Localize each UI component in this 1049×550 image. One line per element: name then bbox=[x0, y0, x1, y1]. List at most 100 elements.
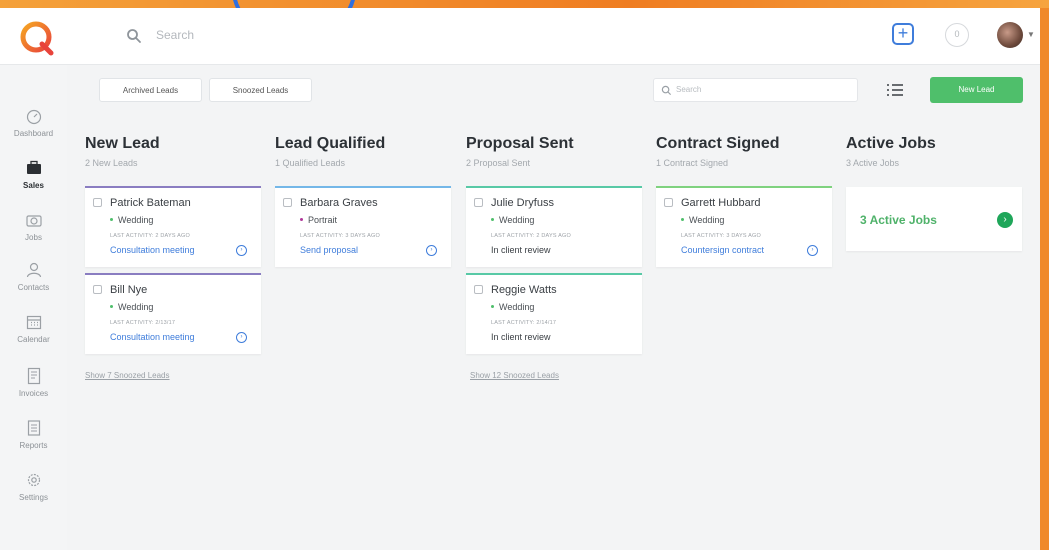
lead-card[interactable]: Garrett Hubbard Wedding LAST ACTIVITY: 3… bbox=[656, 186, 832, 267]
next-action-link[interactable]: Consultation meeting bbox=[110, 245, 195, 255]
briefcase-icon bbox=[26, 160, 41, 174]
arrow-right-circle-icon[interactable]: › bbox=[997, 212, 1013, 228]
next-action-link[interactable]: Countersign contract bbox=[681, 245, 764, 255]
report-icon bbox=[27, 420, 40, 436]
show-snoozed-leads-link[interactable]: Show 7 Snoozed Leads bbox=[85, 371, 170, 380]
lead-tag: Wedding bbox=[499, 302, 535, 312]
lead-name: Bill Nye bbox=[110, 284, 148, 296]
app-window: Search + 0 ▼ Dashboard Sales Jobs Contac… bbox=[0, 8, 1040, 550]
lead-status: In client review bbox=[491, 245, 551, 255]
lead-tag: Wedding bbox=[689, 215, 725, 225]
lead-tag: Portrait bbox=[308, 215, 338, 225]
arrow-right-circle-icon[interactable]: › bbox=[426, 245, 437, 256]
top-bar: Search + 0 ▼ bbox=[0, 8, 1040, 65]
last-activity: LAST ACTIVITY: 3 DAYS AGO bbox=[681, 233, 761, 239]
last-activity: LAST ACTIVITY: 3 DAYS AGO bbox=[300, 233, 380, 239]
sidebar-item-reports[interactable]: Reports bbox=[0, 419, 67, 450]
lead-checkbox[interactable] bbox=[474, 198, 483, 207]
column-title: New Lead bbox=[85, 135, 160, 152]
column-new-lead: New Lead 2 New Leads bbox=[85, 135, 261, 168]
column-subtitle: 2 Proposal Sent bbox=[466, 158, 531, 168]
sidebar-item-calendar[interactable]: Calendar bbox=[0, 313, 67, 344]
search-icon bbox=[661, 85, 672, 96]
tag-dot bbox=[110, 218, 113, 221]
sidebar-item-label: Dashboard bbox=[13, 129, 54, 138]
lead-name: Garrett Hubbard bbox=[681, 197, 761, 209]
leads-search-input[interactable]: Search bbox=[653, 78, 858, 102]
show-snoozed-leads-link[interactable]: Show 12 Snoozed Leads bbox=[470, 371, 559, 380]
column-subtitle: 3 Active Jobs bbox=[846, 158, 900, 168]
chevron-down-icon[interactable]: ▼ bbox=[1027, 30, 1035, 39]
last-activity: LAST ACTIVITY: 2 DAYS AGO bbox=[110, 233, 190, 239]
column-subtitle: 1 Contract Signed bbox=[656, 158, 729, 168]
active-jobs-count: 3 Active Jobs bbox=[860, 213, 937, 227]
sidebar-item-label: Reports bbox=[19, 441, 48, 450]
lead-card[interactable]: Reggie Watts Wedding LAST ACTIVITY: 2/14… bbox=[466, 273, 642, 354]
arrow-right-circle-icon[interactable]: › bbox=[807, 245, 818, 256]
lead-checkbox[interactable] bbox=[664, 198, 673, 207]
add-button[interactable]: + bbox=[892, 23, 914, 45]
archived-leads-button[interactable]: Archived Leads bbox=[99, 78, 202, 102]
next-action-link[interactable]: Send proposal bbox=[300, 245, 358, 255]
tag-dot bbox=[110, 305, 113, 308]
active-jobs-card[interactable]: 3 Active Jobs › bbox=[846, 187, 1022, 251]
column-subtitle: 1 Qualified Leads bbox=[275, 158, 346, 168]
gear-icon bbox=[27, 473, 40, 487]
app-logo[interactable] bbox=[18, 20, 58, 56]
lead-card[interactable]: Barbara Graves Portrait LAST ACTIVITY: 3… bbox=[275, 186, 451, 267]
lead-status: In client review bbox=[491, 332, 551, 342]
column-title: Lead Qualified bbox=[275, 135, 386, 152]
lead-card[interactable]: Julie Dryfuss Wedding LAST ACTIVITY: 2 D… bbox=[466, 186, 642, 267]
lead-checkbox[interactable] bbox=[474, 285, 483, 294]
tag-dot bbox=[681, 218, 684, 221]
invoice-icon bbox=[27, 367, 40, 385]
sidebar-item-settings[interactable]: Settings bbox=[0, 471, 67, 502]
sidebar-item-label: Sales bbox=[23, 181, 44, 190]
snoozed-leads-button[interactable]: Snoozed Leads bbox=[209, 78, 312, 102]
lead-card[interactable]: Patrick Bateman Wedding LAST ACTIVITY: 2… bbox=[85, 186, 261, 267]
lead-tag: Wedding bbox=[118, 215, 154, 225]
arrow-right-circle-icon[interactable]: › bbox=[236, 332, 247, 343]
lead-name: Reggie Watts bbox=[491, 284, 557, 296]
tag-dot bbox=[491, 305, 494, 308]
search-icon bbox=[127, 29, 141, 43]
lead-tag: Wedding bbox=[499, 215, 535, 225]
next-action-link[interactable]: Consultation meeting bbox=[110, 332, 195, 342]
lead-card[interactable]: Bill Nye Wedding LAST ACTIVITY: 2/13/17 … bbox=[85, 273, 261, 354]
sidebar-item-contacts[interactable]: Contacts bbox=[0, 261, 67, 292]
avatar[interactable] bbox=[997, 22, 1023, 48]
global-search-input[interactable]: Search bbox=[156, 28, 194, 42]
sidebar-item-jobs[interactable]: Jobs bbox=[0, 211, 67, 242]
sidebar: Dashboard Sales Jobs Contacts Calendar I… bbox=[0, 65, 67, 550]
sidebar-item-invoices[interactable]: Invoices bbox=[0, 367, 67, 398]
camera-icon bbox=[25, 215, 42, 227]
sidebar-item-dashboard[interactable]: Dashboard bbox=[0, 107, 67, 138]
sidebar-item-label: Settings bbox=[19, 493, 48, 502]
column-lead-qualified: Lead Qualified 1 Qualified Leads bbox=[275, 135, 451, 168]
person-icon bbox=[26, 262, 41, 278]
sidebar-item-sales[interactable]: Sales bbox=[0, 159, 67, 190]
new-lead-button[interactable]: New Lead bbox=[930, 77, 1023, 103]
calendar-icon bbox=[26, 315, 41, 330]
list-view-icon[interactable] bbox=[886, 83, 904, 97]
column-proposal-sent: Proposal Sent 2 Proposal Sent bbox=[466, 135, 642, 168]
tag-dot bbox=[491, 218, 494, 221]
last-activity: LAST ACTIVITY: 2/13/17 bbox=[110, 320, 176, 326]
arrow-right-circle-icon[interactable]: › bbox=[236, 245, 247, 256]
lead-name: Patrick Bateman bbox=[110, 197, 191, 209]
column-title: Active Jobs bbox=[846, 135, 936, 152]
lead-checkbox[interactable] bbox=[93, 285, 102, 294]
sidebar-item-label: Contacts bbox=[17, 283, 50, 292]
sidebar-item-label: Invoices bbox=[18, 389, 49, 398]
window-frame-top bbox=[0, 0, 1049, 8]
pipeline-board: Archived Leads Snoozed Leads Search New … bbox=[68, 65, 1040, 550]
column-title: Contract Signed bbox=[656, 135, 780, 152]
lead-checkbox[interactable] bbox=[93, 198, 102, 207]
notification-badge[interactable]: 0 bbox=[945, 23, 969, 47]
lead-name: Julie Dryfuss bbox=[491, 197, 554, 209]
sidebar-item-label: Jobs bbox=[25, 233, 42, 242]
lead-checkbox[interactable] bbox=[283, 198, 292, 207]
dashboard-icon bbox=[26, 109, 41, 125]
lead-tag: Wedding bbox=[118, 302, 154, 312]
lead-name: Barbara Graves bbox=[300, 197, 378, 209]
